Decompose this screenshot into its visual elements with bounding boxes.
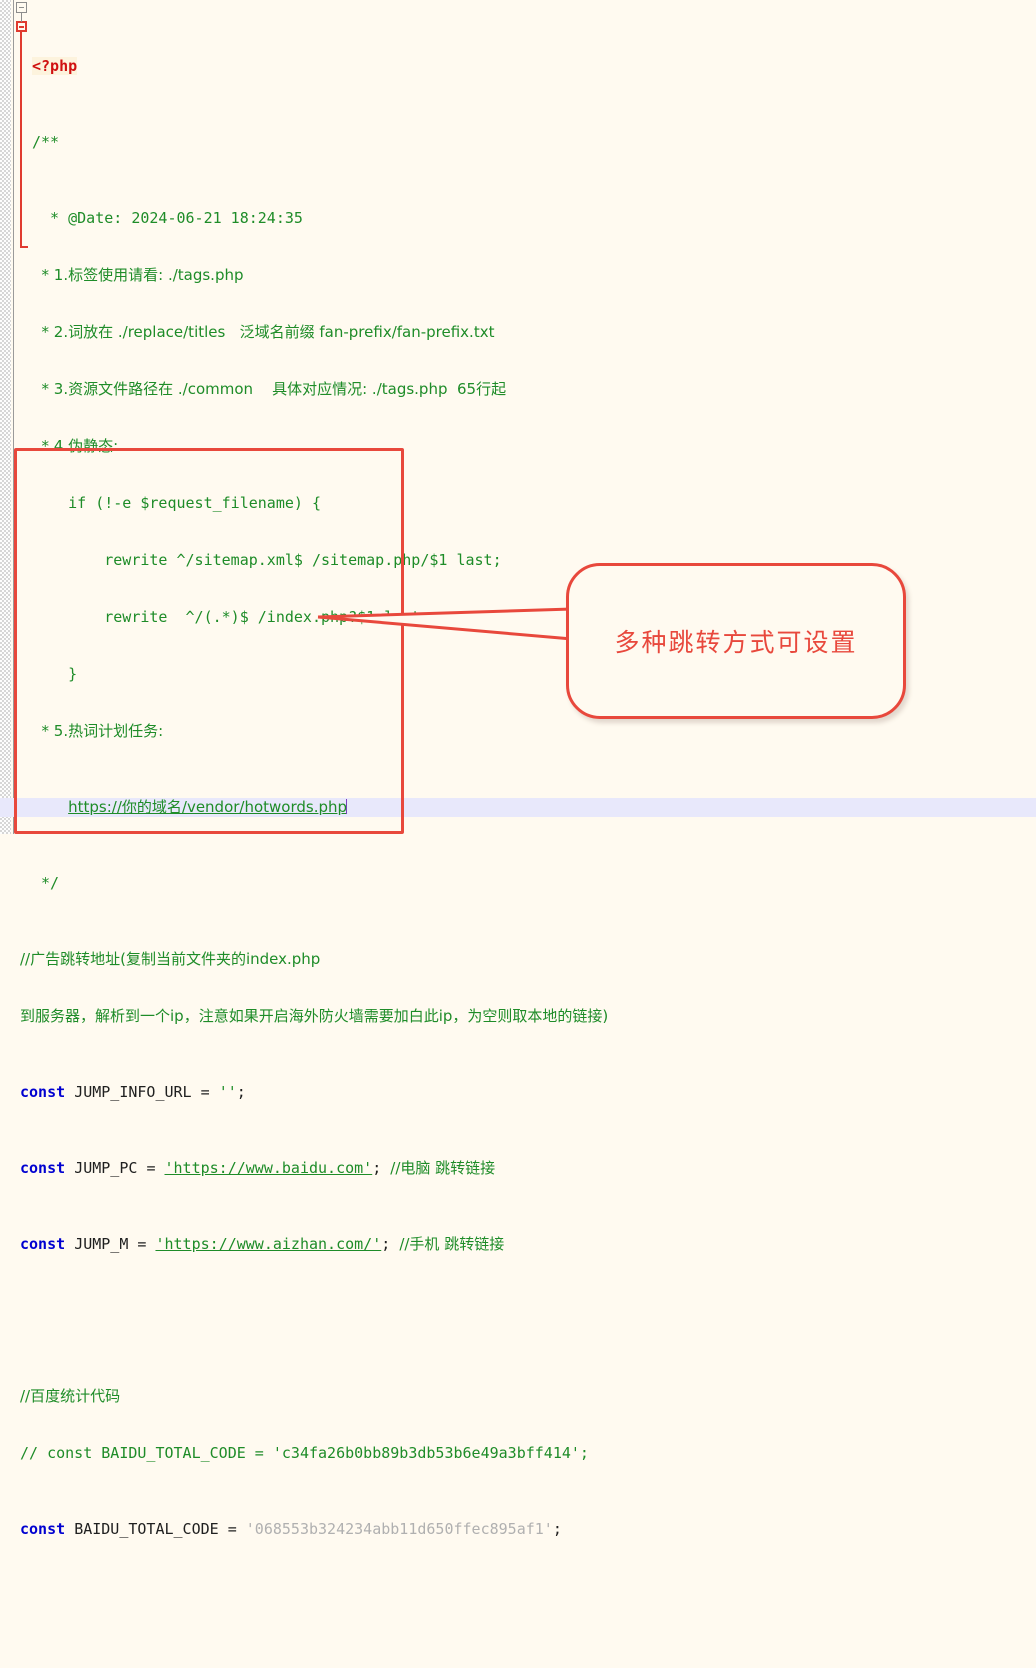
code-line[interactable]: // const BAIDU_TOTAL_CODE = 'c34fa26b0bb… [0, 1444, 1036, 1463]
doc-line-if: if (!-e $request_filename) { [32, 494, 321, 512]
doc-line-titles: * 2.词放在 ./replace/titles 泛域名前缀 fan-prefi… [32, 323, 495, 341]
code-line[interactable]: * 4.伪静态: [0, 437, 1036, 456]
assign-operator: = [146, 1159, 156, 1177]
code-line-blank[interactable] [0, 1596, 1036, 1615]
hotwords-url-link[interactable]: https://你的域名/vendor/hotwords.php [68, 798, 347, 816]
code-line[interactable]: 到服务器，解析到一个ip，注意如果开启海外防火墙需要加白此ip，为空则取本地的链… [0, 1007, 1036, 1026]
const-name: JUMP_PC [74, 1159, 138, 1177]
const-name: JUMP_M [74, 1235, 129, 1253]
code-line[interactable]: //百度统计代码 [0, 1387, 1036, 1406]
assign-operator: = [137, 1235, 147, 1253]
comment-baidu-header: //百度统计代码 [20, 1387, 121, 1405]
statement-end: ; [236, 1083, 246, 1101]
inline-comment: //手机 跳转链接 [399, 1235, 505, 1253]
statement-end: ; [372, 1159, 382, 1177]
code-line[interactable]: const BAIDU_TOTAL_CODE = '068553b324234a… [0, 1520, 1036, 1539]
callout-bubble: 多种跳转方式可设置 [566, 563, 906, 719]
code-line[interactable]: * @Date: 2024-06-21 18:24:35 [0, 209, 1036, 228]
keyword-const: const [20, 1520, 66, 1538]
assign-operator: = [227, 1520, 237, 1538]
doc-line-common: * 3.资源文件路径在 ./common 具体对应情况: ./tags.php … [32, 380, 507, 398]
code-line[interactable]: * 2.词放在 ./replace/titles 泛域名前缀 fan-prefi… [0, 323, 1036, 342]
assign-operator: = [200, 1083, 210, 1101]
comment-baidu-old-code: // const BAIDU_TOTAL_CODE = 'c34fa26b0bb… [20, 1444, 589, 1462]
docblock-open: /** [32, 133, 60, 151]
code-line[interactable]: * 3.资源文件路径在 ./common 具体对应情况: ./tags.php … [0, 380, 1036, 399]
const-name: JUMP_INFO_URL [74, 1083, 192, 1101]
const-value-url[interactable]: 'https://www.baidu.com' [165, 1159, 373, 1177]
doc-line-rewrite-title: * 4.伪静态: [32, 437, 119, 455]
const-value: '068553b324234abb11d650ffec895af1' [245, 1520, 553, 1538]
doc-line-tags: * 1.标签使用请看: ./tags.php [32, 266, 244, 284]
text-caret [346, 799, 348, 814]
code-line[interactable]: /** [0, 133, 1036, 152]
keyword-const: const [20, 1159, 66, 1177]
code-line[interactable]: * 5.热词计划任务: [0, 722, 1036, 741]
doc-line-rewrite-index: rewrite ^/(.*)$ /index.php?$1 last; [32, 608, 430, 626]
docblock-close: */ [32, 874, 60, 892]
code-line-blank[interactable] [0, 1311, 1036, 1330]
comment-ad-jump-1: //广告跳转地址(复制当前文件夹的index.php [20, 950, 321, 968]
const-value: '' [218, 1083, 237, 1101]
doc-line-date: * @Date: 2024-06-21 18:24:35 [32, 209, 303, 227]
code-line[interactable]: const JUMP_PC = 'https://www.baidu.com';… [0, 1159, 1036, 1178]
code-line[interactable]: * 1.标签使用请看: ./tags.php [0, 266, 1036, 285]
code-line-current[interactable]: https://你的域名/vendor/hotwords.php [0, 798, 1036, 817]
const-value-url[interactable]: 'https://www.aizhan.com/' [155, 1235, 381, 1253]
inline-comment: //电脑 跳转链接 [390, 1159, 496, 1177]
callout-label: 多种跳转方式可设置 [614, 628, 858, 657]
php-open-tag: <?php [32, 57, 78, 75]
keyword-const: const [20, 1083, 66, 1101]
doc-line-rewrite-sitemap: rewrite ^/sitemap.xml$ /sitemap.php/$1 l… [32, 551, 502, 569]
statement-end: ; [552, 1520, 562, 1538]
code-line[interactable]: const JUMP_INFO_URL = ''; [0, 1083, 1036, 1102]
code-line[interactable]: */ [0, 874, 1036, 893]
code-editor[interactable]: <?php /** * @Date: 2024-06-21 18:24:35 *… [0, 0, 1036, 1538]
code-line[interactable]: <?php [0, 57, 1036, 76]
code-line[interactable]: //广告跳转地址(复制当前文件夹的index.php [0, 950, 1036, 969]
keyword-const: const [20, 1235, 66, 1253]
doc-line-close-brace: } [32, 665, 78, 683]
code-content[interactable]: <?php /** * @Date: 2024-06-21 18:24:35 *… [0, 0, 1036, 1668]
code-line[interactable]: if (!-e $request_filename) { [0, 494, 1036, 513]
statement-end: ; [381, 1235, 391, 1253]
const-name: BAIDU_TOTAL_CODE [74, 1520, 219, 1538]
code-line[interactable]: const JUMP_M = 'https://www.aizhan.com/'… [0, 1235, 1036, 1254]
comment-ad-jump-2: 到服务器，解析到一个ip，注意如果开启海外防火墙需要加白此ip，为空则取本地的链… [20, 1007, 609, 1025]
doc-line-hotwords-title: * 5.热词计划任务: [32, 722, 164, 740]
